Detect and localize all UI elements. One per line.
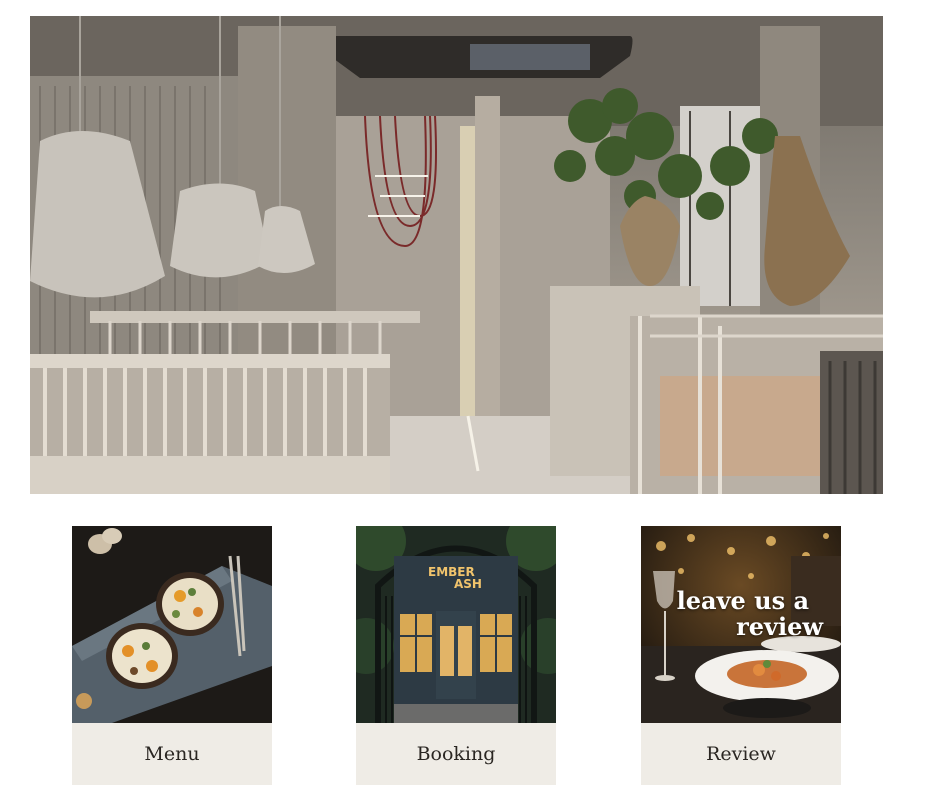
review-overlay-line1: leave us a <box>676 586 809 615</box>
hero-image <box>30 16 883 494</box>
booking-card[interactable]: EMBER ASH Booking <box>356 526 556 785</box>
review-card-label: Review <box>641 723 841 785</box>
restaurant-interior-illustration <box>30 16 883 494</box>
restaurant-storefront-illustration: EMBER ASH <box>356 526 556 723</box>
sign-ash-text: ASH <box>454 577 482 591</box>
menu-card-label: Menu <box>72 723 272 785</box>
review-card-image: leave us a review <box>641 526 841 723</box>
review-overlay-line2: review <box>736 612 823 641</box>
menu-card[interactable]: Menu <box>72 526 272 785</box>
booking-card-image: EMBER ASH <box>356 526 556 723</box>
menu-card-image <box>72 526 272 723</box>
review-card[interactable]: leave us a review Review <box>641 526 841 785</box>
egg-dishes-illustration <box>72 526 272 723</box>
page: Menu EMBER ASH Booking leave us a review… <box>0 0 926 808</box>
review-overlay-text: leave us a review <box>641 588 841 640</box>
booking-card-label: Booking <box>356 723 556 785</box>
